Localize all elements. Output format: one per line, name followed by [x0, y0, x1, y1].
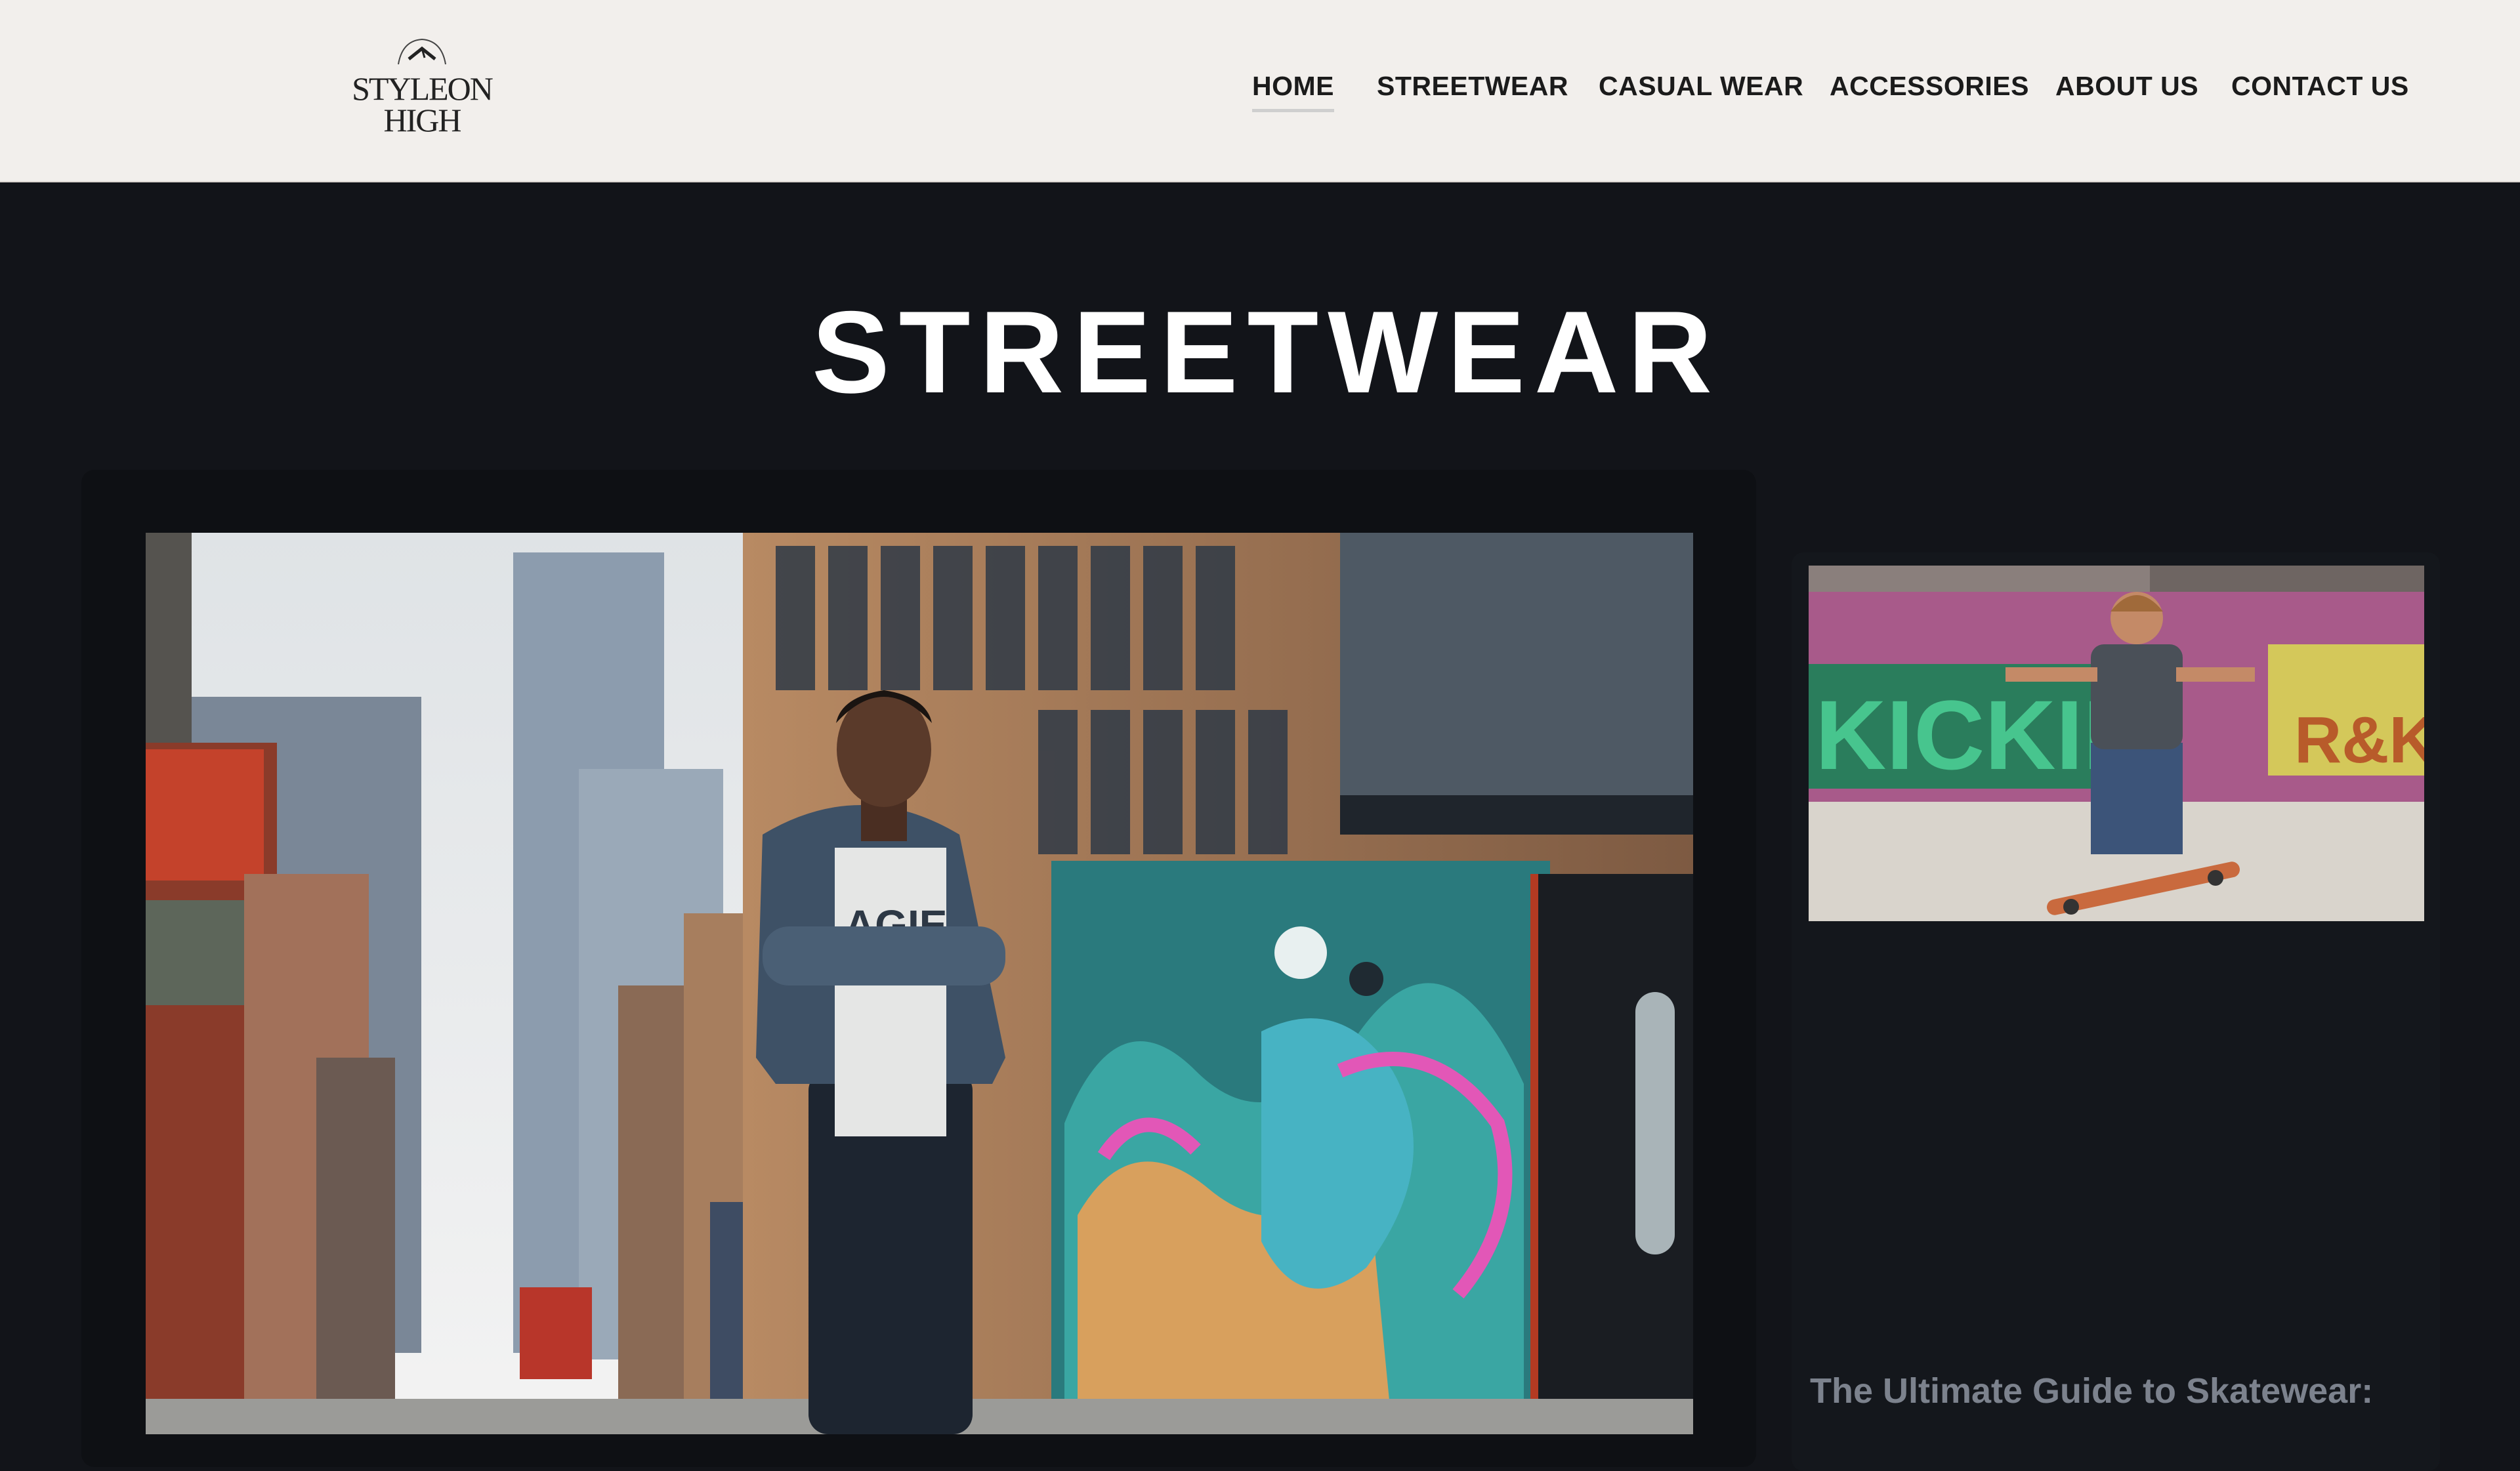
nav-home[interactable]: HOME	[1252, 71, 1334, 112]
nav-accessories[interactable]: ACCESSORIES	[1830, 71, 2029, 102]
nav-casual-wear[interactable]: CASUAL WEAR	[1599, 71, 1803, 102]
featured-post-image[interactable]: AGIE	[146, 533, 1693, 1434]
featured-image-graphic: AGIE	[146, 533, 1693, 1434]
main-nav: HOME STREETWEAR CASUAL WEAR ACCESSORIES …	[0, 71, 2520, 112]
nav-about-us[interactable]: ABOUT US	[2055, 71, 2198, 102]
side-image-graphic: KICKIK R&K	[1809, 566, 2424, 921]
svg-text:R&K: R&K	[2294, 703, 2424, 777]
roof-icon	[398, 38, 446, 65]
featured-post-card[interactable]: AGIE	[81, 470, 1756, 1467]
side-post-title[interactable]: The Ultimate Guide to Skatewear:	[1810, 1370, 2427, 1413]
side-post-image[interactable]: KICKIK R&K	[1809, 566, 2424, 921]
page-title: STREETWEAR	[812, 287, 1721, 417]
side-post-card[interactable]: KICKIK R&K The Ultimate Guide to Skatewe…	[1792, 552, 2440, 1471]
nav-streetwear[interactable]: STREETWEAR	[1377, 71, 1568, 102]
site-header: STYLEON HIGH HOME STREETWEAR CASUAL WEAR…	[0, 0, 2520, 182]
nav-contact-us[interactable]: CONTACT US	[2231, 71, 2409, 102]
